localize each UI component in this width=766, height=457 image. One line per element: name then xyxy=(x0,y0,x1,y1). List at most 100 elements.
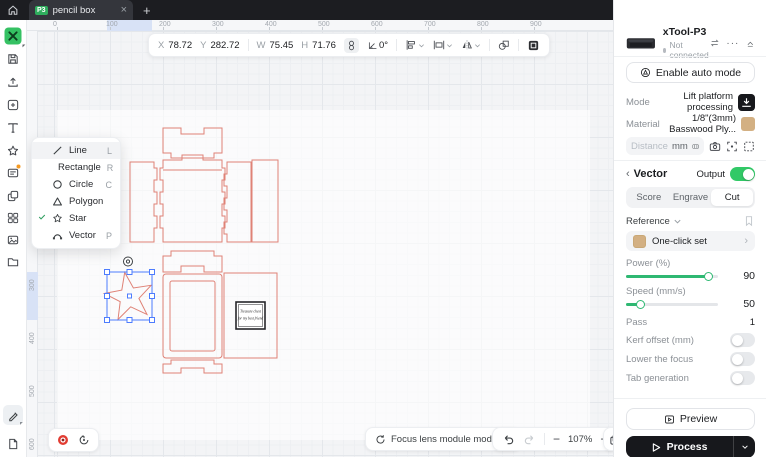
undo-button[interactable] xyxy=(502,433,515,446)
upload-icon xyxy=(7,76,20,89)
frame-button[interactable] xyxy=(743,140,755,153)
lower-focus-label: Lower the focus xyxy=(626,354,730,365)
zoom-out-button[interactable]: − xyxy=(553,432,560,446)
array-button[interactable] xyxy=(527,39,540,52)
material-thumb xyxy=(633,235,646,248)
resize-handle-sw xyxy=(105,318,110,323)
speed-value[interactable]: 50 xyxy=(718,298,755,310)
replay-button[interactable] xyxy=(78,434,90,446)
duplicate-tool-button[interactable] xyxy=(5,188,22,205)
power-value[interactable]: 90 xyxy=(718,270,755,282)
material-row: Material 1/8"(3mm) Basswood Ply... xyxy=(626,116,755,132)
process-dropdown-button[interactable] xyxy=(733,436,755,457)
lock-ratio-icon xyxy=(346,40,357,51)
shapes-tool-button[interactable] xyxy=(5,143,22,160)
speed-slider[interactable] xyxy=(626,299,718,309)
y-field[interactable]: Y282.72 xyxy=(200,40,239,51)
file-save-button[interactable] xyxy=(5,51,22,68)
height-field[interactable]: H71.76 xyxy=(301,40,336,51)
pattern-piece[interactable]: Treasure chest for my best friend xyxy=(224,273,277,358)
preview-button[interactable]: Preview xyxy=(626,408,755,430)
pass-value[interactable]: 1 xyxy=(647,317,755,328)
rotate-handle[interactable] xyxy=(124,257,133,266)
chevron-down-icon[interactable] xyxy=(673,217,682,226)
menu-item-star[interactable]: Star xyxy=(32,210,120,227)
reference-row: Reference xyxy=(626,214,755,228)
distance-input[interactable]: Distance mm xyxy=(626,137,704,155)
camera-button[interactable] xyxy=(709,140,721,153)
lift-platform-button[interactable] xyxy=(738,94,755,111)
shapes-context-menu: LineL RectangleR CircleC Polygon xyxy=(31,137,121,249)
menu-item-polygon[interactable]: Polygon xyxy=(32,193,120,210)
device-status: Not connected xyxy=(669,40,710,60)
output-toggle[interactable] xyxy=(730,167,755,181)
divider xyxy=(248,39,249,51)
tab-score[interactable]: Score xyxy=(628,189,670,206)
tab-engrave[interactable]: Engrave xyxy=(670,189,712,206)
autofocus-button[interactable] xyxy=(726,140,738,153)
design-canvas[interactable]: 0100200300400500600700800900 30040050060… xyxy=(27,20,613,457)
zoom-level[interactable]: 107% xyxy=(568,434,592,445)
lower-focus-toggle[interactable] xyxy=(730,352,755,366)
mode-value[interactable]: Lift platform processing xyxy=(650,91,733,113)
x-field[interactable]: X78.72 xyxy=(158,40,192,51)
preset-icon[interactable] xyxy=(692,141,699,152)
menu-item-line[interactable]: LineL xyxy=(32,142,120,159)
tab-title: pencil box xyxy=(53,5,116,16)
kerf-row: Kerf offset (mm) xyxy=(626,332,755,348)
process-button[interactable]: Process xyxy=(626,436,755,457)
easyset-panel-button[interactable] xyxy=(5,165,22,182)
power-slider[interactable] xyxy=(626,271,718,281)
speed-slider-row: 50 xyxy=(626,298,755,310)
projects-button[interactable] xyxy=(5,254,22,271)
menu-item-circle[interactable]: CircleC xyxy=(32,176,120,193)
menu-item-vector[interactable]: VectorP xyxy=(32,227,120,244)
new-tab-button[interactable]: + xyxy=(143,3,151,18)
lock-ratio-button[interactable] xyxy=(344,38,359,53)
weld-button[interactable] xyxy=(498,39,510,51)
box-template[interactable] xyxy=(130,128,278,373)
vector-icon xyxy=(52,230,63,241)
enable-auto-mode-button[interactable]: Enable auto mode xyxy=(626,62,755,83)
power-slider-row: 90 xyxy=(626,270,755,282)
rotation-field[interactable]: 0° xyxy=(367,40,388,51)
resize-handle-w xyxy=(105,294,110,299)
tab-generation-row: Tab generation xyxy=(626,370,755,386)
ai-image-button[interactable] xyxy=(5,232,22,249)
material-value[interactable]: 1/8"(3mm) Basswood Ply... xyxy=(660,113,736,135)
bookmark-icon[interactable] xyxy=(743,215,755,227)
draw-tool-button[interactable] xyxy=(3,405,23,425)
apps-button[interactable] xyxy=(5,210,22,227)
page-button[interactable] xyxy=(5,436,22,453)
more-button[interactable]: ··· xyxy=(726,38,739,49)
one-click-set-button[interactable]: One-click set › xyxy=(626,231,755,251)
tab-generation-toggle[interactable] xyxy=(730,371,755,385)
tab-cut[interactable]: Cut xyxy=(711,189,753,206)
property-toolbar: X78.72 Y282.72 W75.45 H71.76 0° xyxy=(148,33,550,57)
tab-close-icon[interactable]: × xyxy=(121,5,127,16)
tools-sidebar xyxy=(0,20,27,457)
mode-row: Mode Lift platform processing xyxy=(626,93,755,111)
distribute-icon xyxy=(433,39,445,51)
text-tool-button[interactable] xyxy=(5,120,22,137)
width-field[interactable]: W75.45 xyxy=(257,40,294,51)
import-button[interactable] xyxy=(5,74,22,91)
insert-shape-button[interactable] xyxy=(5,97,22,114)
redo-button[interactable] xyxy=(523,433,536,446)
tab-pencil-box[interactable]: P3 pencil box × xyxy=(29,0,133,20)
home-button[interactable] xyxy=(0,0,26,20)
switch-device-button[interactable] xyxy=(710,37,719,49)
material-swatch[interactable] xyxy=(741,117,755,131)
back-icon[interactable]: ‹ xyxy=(626,168,630,180)
record-button[interactable] xyxy=(57,434,69,446)
select-tool-button[interactable] xyxy=(5,28,22,45)
kerf-toggle[interactable] xyxy=(730,333,755,347)
power-label: Power (%) xyxy=(626,258,755,269)
collapse-panel-button[interactable] xyxy=(746,38,755,49)
align-dropdown[interactable] xyxy=(405,39,425,51)
distribute-dropdown[interactable] xyxy=(433,39,453,51)
plus-square-icon xyxy=(7,99,20,112)
save-icon xyxy=(7,53,20,66)
menu-item-rectangle[interactable]: RectangleR xyxy=(32,159,120,176)
flip-dropdown[interactable] xyxy=(461,39,481,51)
